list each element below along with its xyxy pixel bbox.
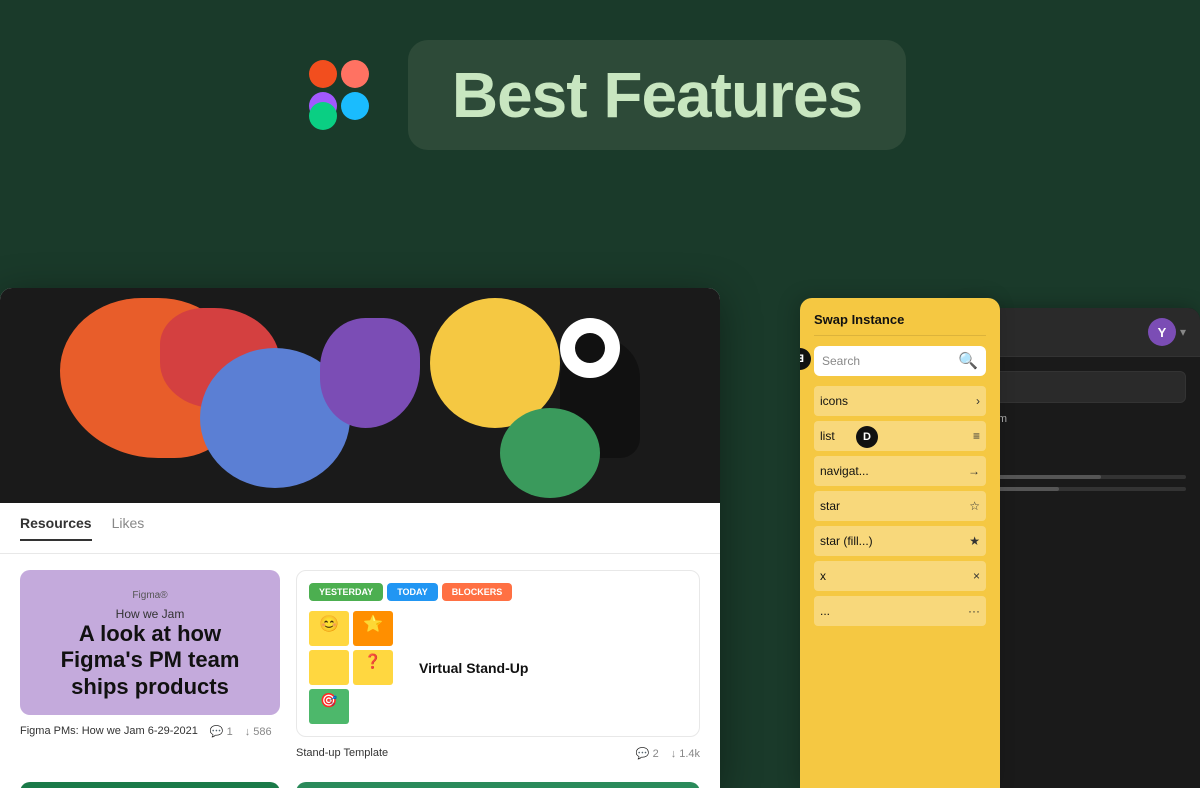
props-value: d [974, 371, 1186, 403]
swap-item-icons[interactable]: icons › [814, 386, 986, 416]
more-icon: ··· [968, 604, 980, 618]
standup-tabs: YESTERDAY TODAY BLOCKERS [309, 583, 687, 601]
props-text-section: d s team t the here! [974, 371, 1186, 461]
comment-icon-2: 💬 [636, 747, 650, 760]
top-cards-row: Figma® How we Jam A look at how Figma's … [20, 570, 700, 766]
purple-card-comments: 💬 1 [210, 725, 233, 738]
slider-row-1 [974, 475, 1186, 479]
arrow-right-icon: → [968, 464, 980, 478]
sticky-notes: 😊 ⭐ ❓ 🎯 [309, 611, 409, 724]
star-outline-icon: ☆ [969, 499, 980, 513]
user-avatar: Y [1148, 318, 1176, 346]
props-description: s team t the here! [974, 411, 1186, 461]
annotation-badge-d: D [856, 426, 878, 448]
standup-title: Virtual Stand-Up [419, 660, 528, 676]
standup-downloads: ↓ 1.4k [671, 747, 700, 760]
sticky-note-2: ⭐ [353, 611, 393, 646]
tab-today[interactable]: TODAY [387, 583, 438, 601]
best-features-badge: Best Features [408, 40, 906, 150]
standup-card-body: YESTERDAY TODAY BLOCKERS 😊 ⭐ [296, 570, 700, 737]
best-features-title: Best Features [452, 59, 862, 131]
card-subtitle: How we Jam [40, 607, 260, 621]
hero-shape-purple [320, 318, 420, 428]
purple-card-body: Figma® How we Jam A look at how Figma's … [20, 570, 280, 715]
purple-card-meta: Figma PMs: How we Jam 6-29-2021 💬 1 ↓ 58… [20, 719, 280, 744]
chevron-down-icon: ▾ [1180, 325, 1186, 339]
slider-track-1 [974, 475, 1186, 479]
hero-eye [560, 318, 620, 378]
figma-label: Figma® [40, 590, 260, 601]
standup-comments: 💬 2 [636, 747, 659, 760]
swap-item-dots[interactable]: ... ··· [814, 596, 986, 626]
bottom-cards-row: ▶ Updates Quality updates 30 features, f… [20, 782, 700, 788]
standup-body: 😊 ⭐ ❓ 🎯 [309, 611, 687, 724]
swap-panel-title: Swap Instance [814, 312, 986, 336]
props-sliders-section [974, 475, 1186, 491]
swap-search-text: Search [822, 354, 953, 368]
props-slider-group [974, 475, 1186, 491]
swap-instance-panel: Swap Instance Search 🔍 icons › list ≡ na… [800, 298, 1000, 788]
main-browser-window: Resources Likes Figma® How we Jam A look… [0, 288, 720, 788]
slider-track-2 [974, 487, 1186, 491]
tab-yesterday[interactable]: YESTERDAY [309, 583, 383, 601]
swap-item-navigation[interactable]: navigat... → [814, 456, 986, 486]
download-icon: ↓ [245, 726, 251, 738]
slider-row-2 [974, 487, 1186, 491]
download-icon-2: ↓ [671, 748, 677, 760]
browser-content: Figma® How we Jam A look at how Figma's … [0, 554, 720, 788]
standup-card-meta: Stand-up Template 💬 2 ↓ 1.4k [296, 741, 700, 766]
swap-item-x[interactable]: x × [814, 561, 986, 591]
nav-tab-resources[interactable]: Resources [20, 515, 92, 541]
swap-search-box[interactable]: Search 🔍 [814, 346, 986, 376]
standup-card-name: Stand-up Template [296, 747, 624, 760]
card-title: A look at how Figma's PM team ships prod… [40, 621, 260, 700]
swap-item-star[interactable]: star ☆ [814, 491, 986, 521]
purple-card-downloads: ↓ 586 [245, 725, 272, 738]
header-section: Best Features [0, 0, 1200, 180]
standup-card-wrapper[interactable]: YESTERDAY TODAY BLOCKERS 😊 ⭐ [296, 570, 700, 766]
browser-hero-image [0, 288, 720, 503]
props-extra-text: s [974, 505, 1186, 522]
sticky-note-1: 😊 [309, 611, 349, 646]
hero-shape-green [500, 408, 600, 498]
comment-icon: 💬 [210, 725, 224, 738]
swap-item-star-filled[interactable]: star (fill...) ★ [814, 526, 986, 556]
sticky-note-5: 🎯 [309, 689, 349, 724]
quality-updates-card[interactable]: ▶ Updates Quality updates 30 features, f… [20, 782, 280, 788]
swap-items-list: icons › list ≡ navigat... → star ☆ star … [814, 386, 986, 629]
collaborator-cards-card[interactable]: Collaborator Cards [296, 782, 700, 788]
figma-logo-icon [294, 50, 384, 140]
figma-jam-card[interactable]: Figma® How we Jam A look at how Figma's … [20, 570, 280, 766]
star-filled-icon: ★ [969, 534, 980, 548]
purple-card-name: Figma PMs: How we Jam 6-29-2021 [20, 725, 198, 738]
swap-item-list[interactable]: list ≡ [814, 421, 986, 451]
nav-tab-likes[interactable]: Likes [112, 515, 145, 541]
chevron-right-icon: › [976, 394, 980, 408]
browser-nav: Resources Likes [0, 503, 720, 554]
search-icon: 🔍 [958, 351, 978, 371]
swap-panel-inner: Swap Instance Search 🔍 icons › list ≡ na… [800, 298, 1000, 643]
close-icon: × [973, 569, 980, 583]
tab-blockers[interactable]: BLOCKERS [442, 583, 513, 601]
sticky-note-4: ❓ [353, 650, 393, 685]
list-icon: ≡ [973, 429, 980, 443]
sticky-note-3 [309, 650, 349, 685]
cards-area: d d s team t the here! s Y ▾ d s team [0, 278, 1200, 788]
